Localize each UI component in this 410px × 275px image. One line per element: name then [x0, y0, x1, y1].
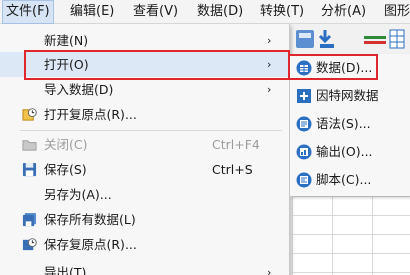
menu-edit[interactable]: 编辑(E): [67, 0, 117, 24]
menu-item-label: 导入数据(D): [44, 82, 114, 97]
separator: [20, 130, 282, 131]
menu-item-label: 保存复原点(R)...: [44, 237, 137, 252]
menu-transform[interactable]: 转换(T): [257, 0, 307, 24]
menu-item-save-all-data[interactable]: 保存所有数据(L): [0, 207, 290, 232]
menu-item-label: 保存所有数据(L): [44, 212, 136, 227]
script-file-icon: [296, 172, 312, 188]
menubar: 文件(F) 编辑(E) 查看(V) 数据(D) 转换(T) 分析(A) 图形: [0, 0, 410, 24]
menu-item-export[interactable]: 导出(T) ›: [0, 260, 290, 275]
menu-item-close[interactable]: 关闭(C) Ctrl+F4: [0, 132, 290, 157]
submenu-item-label: 因特网数据: [316, 88, 379, 103]
toolbar-icons: [296, 29, 405, 49]
submenu-item-label: 语法(S)...: [316, 116, 371, 131]
menu-item-label: 保存(S): [44, 162, 87, 177]
submenu-arrow-icon: ›: [267, 83, 272, 96]
menu-file[interactable]: 文件(F): [2, 0, 54, 24]
data-grid: [292, 196, 410, 275]
shortcut-label: Ctrl+S: [212, 162, 253, 177]
menu-view[interactable]: 查看(V): [130, 0, 181, 24]
submenu-item-label: 输出(O)...: [316, 144, 373, 159]
menu-analyze[interactable]: 分析(A): [318, 0, 369, 24]
menu-item-save[interactable]: 保存(S) Ctrl+S: [0, 157, 290, 182]
submenu-arrow-icon: ›: [267, 266, 272, 275]
menu-data[interactable]: 数据(D): [194, 0, 246, 24]
submenu-item-syntax[interactable]: 语法(S)...: [290, 110, 410, 138]
save-all-icon: [22, 212, 37, 227]
menu-item-save-restore-point[interactable]: 保存复原点(R)...: [0, 232, 290, 257]
toolbar: [292, 24, 410, 54]
menu-item-import-data[interactable]: 导入数据(D) ›: [0, 77, 290, 102]
submenu-item-internet-data[interactable]: 因特网数据: [290, 82, 410, 110]
plus-icon: [297, 89, 311, 103]
menu-item-label: 另存为(A)...: [44, 187, 112, 202]
save-restore-point-icon: [22, 238, 37, 251]
menu-item-label: 关闭(C): [44, 137, 88, 152]
submenu-item-script[interactable]: 脚本(C)...: [290, 166, 410, 194]
submenu-item-label: 脚本(C)...: [316, 172, 372, 187]
menu-item-label: 导出(T): [44, 265, 87, 275]
menu-item-open-restore-point[interactable]: 打开复原点(R)...: [0, 102, 290, 127]
highlight-box-open: [24, 50, 290, 80]
shortcut-label: Ctrl+F4: [212, 137, 260, 152]
folder-icon: [22, 140, 37, 151]
submenu-item-output[interactable]: 输出(O)...: [290, 138, 410, 166]
restore-point-icon: [22, 108, 37, 121]
syntax-file-icon: [296, 116, 312, 132]
save-icon: [22, 162, 37, 177]
output-file-icon: [296, 144, 312, 160]
menu-item-label: 打开复原点(R)...: [44, 107, 137, 122]
menu-item-save-as[interactable]: 另存为(A)...: [0, 182, 290, 207]
highlight-box-data: [288, 54, 378, 80]
menu-graphs[interactable]: 图形: [381, 0, 410, 24]
